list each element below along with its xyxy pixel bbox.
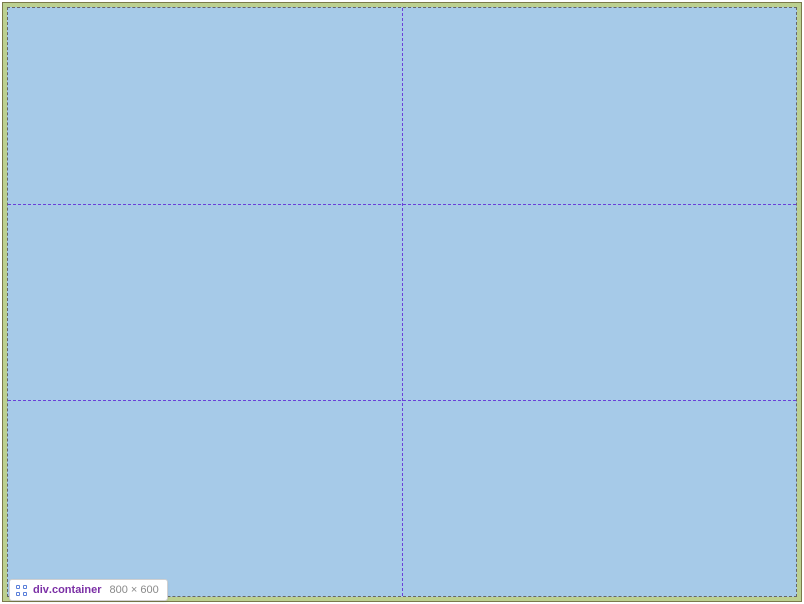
grid-column-line — [402, 8, 403, 596]
element-dimensions: 800 × 600 — [107, 583, 158, 597]
element-tag: div — [33, 583, 49, 597]
element-class: container — [52, 583, 102, 597]
devtools-element-tooltip: div.container 800 × 600 — [9, 579, 168, 601]
grid-row-line-2 — [8, 400, 796, 401]
grid-icon — [16, 585, 27, 596]
grid-overlay — [8, 8, 796, 596]
container — [7, 7, 797, 597]
grid-row-line-1 — [8, 204, 796, 205]
element-selector: div.container — [33, 583, 101, 597]
grid-container-frame: div.container 800 × 600 — [2, 2, 802, 602]
